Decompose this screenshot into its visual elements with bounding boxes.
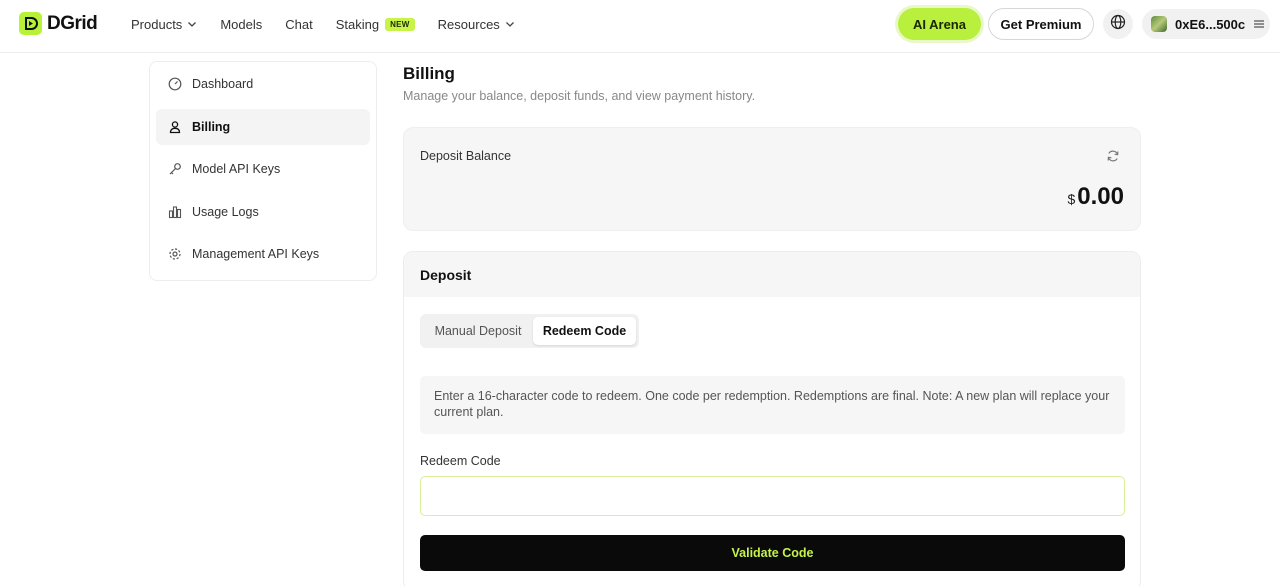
sidebar-item-management-api-keys[interactable]: Management API Keys: [156, 236, 370, 272]
chevron-down-icon: [505, 17, 515, 32]
get-premium-button[interactable]: Get Premium: [988, 8, 1094, 40]
globe-icon: [1110, 14, 1126, 35]
nav-resources[interactable]: Resources: [438, 17, 515, 32]
wallet-avatar: [1151, 16, 1167, 32]
wallet-address: 0xE6...500c: [1175, 16, 1246, 32]
menu-lines-icon: [1253, 19, 1265, 29]
user-icon: [168, 120, 182, 134]
wallet-account-button[interactable]: 0xE6...500c: [1142, 9, 1270, 39]
nav-products[interactable]: Products: [131, 17, 197, 32]
sidebar-item-label: Billing: [192, 119, 231, 134]
key-icon: [168, 162, 182, 176]
nav-staking-label: Staking: [335, 16, 380, 32]
refresh-icon[interactable]: [1106, 149, 1120, 163]
redeem-code-input[interactable]: [420, 476, 1125, 516]
gauge-icon: [168, 77, 182, 91]
page-subtitle: Manage your balance, deposit funds, and …: [403, 89, 756, 103]
main-nav: Products Models Chat Staking NEW Resourc…: [131, 0, 538, 48]
page-title: Billing: [403, 64, 455, 83]
nav-models[interactable]: Models: [220, 17, 262, 32]
redeem-notice: Enter a 16-character code to redeem. One…: [420, 376, 1125, 434]
nav-models-label: Models: [220, 16, 263, 32]
brand-logo[interactable]: DGrid: [19, 12, 98, 35]
balance-label: Deposit Balance: [420, 149, 512, 163]
nav-products-label: Products: [131, 16, 183, 32]
deposit-card-title: Deposit: [404, 252, 1140, 297]
nav-resources-label: Resources: [437, 16, 500, 32]
tab-manual-deposit[interactable]: Manual Deposit: [423, 317, 533, 345]
balance-currency: $: [1067, 191, 1076, 207]
ai-arena-button[interactable]: AI Arena: [898, 8, 981, 40]
sidebar-item-label: Dashboard: [192, 77, 254, 91]
bar-chart-icon: [168, 205, 182, 219]
deposit-card: Deposit Manual Deposit Redeem Code Enter…: [403, 251, 1141, 586]
chevron-down-icon: [187, 17, 197, 32]
sidebar: Dashboard Billing Model API Keys Usage L…: [149, 61, 377, 281]
validate-code-button[interactable]: Validate Code: [420, 535, 1125, 571]
nav-chat-label: Chat: [285, 16, 313, 32]
dgrid-logo-icon: [19, 12, 42, 35]
sidebar-item-billing[interactable]: Billing: [156, 108, 370, 145]
gear-icon: [168, 247, 182, 261]
balance-amount: 0.00: [1077, 183, 1124, 210]
top-navigation-bar: DGrid Products Models Chat Staking NEW R…: [0, 0, 1280, 53]
sidebar-item-label: Management API Keys: [192, 247, 320, 261]
balance-value: $ 0.00: [1067, 183, 1124, 211]
sidebar-item-label: Usage Logs: [192, 204, 259, 219]
sidebar-item-usage-logs[interactable]: Usage Logs: [156, 194, 370, 230]
redeem-code-label: Redeem Code: [420, 454, 501, 468]
deposit-method-tabs: Manual Deposit Redeem Code: [420, 314, 639, 348]
language-button[interactable]: [1103, 9, 1133, 39]
sidebar-item-model-api-keys[interactable]: Model API Keys: [156, 151, 370, 187]
nav-staking[interactable]: Staking NEW: [336, 17, 415, 32]
nav-chat[interactable]: Chat: [285, 17, 312, 32]
brand-name: DGrid: [47, 12, 98, 34]
sidebar-item-label: Model API Keys: [192, 162, 281, 176]
tab-redeem-code[interactable]: Redeem Code: [533, 317, 636, 345]
deposit-balance-card: Deposit Balance $ 0.00: [403, 127, 1141, 231]
sidebar-item-dashboard[interactable]: Dashboard: [156, 66, 370, 102]
new-badge: NEW: [385, 17, 415, 31]
